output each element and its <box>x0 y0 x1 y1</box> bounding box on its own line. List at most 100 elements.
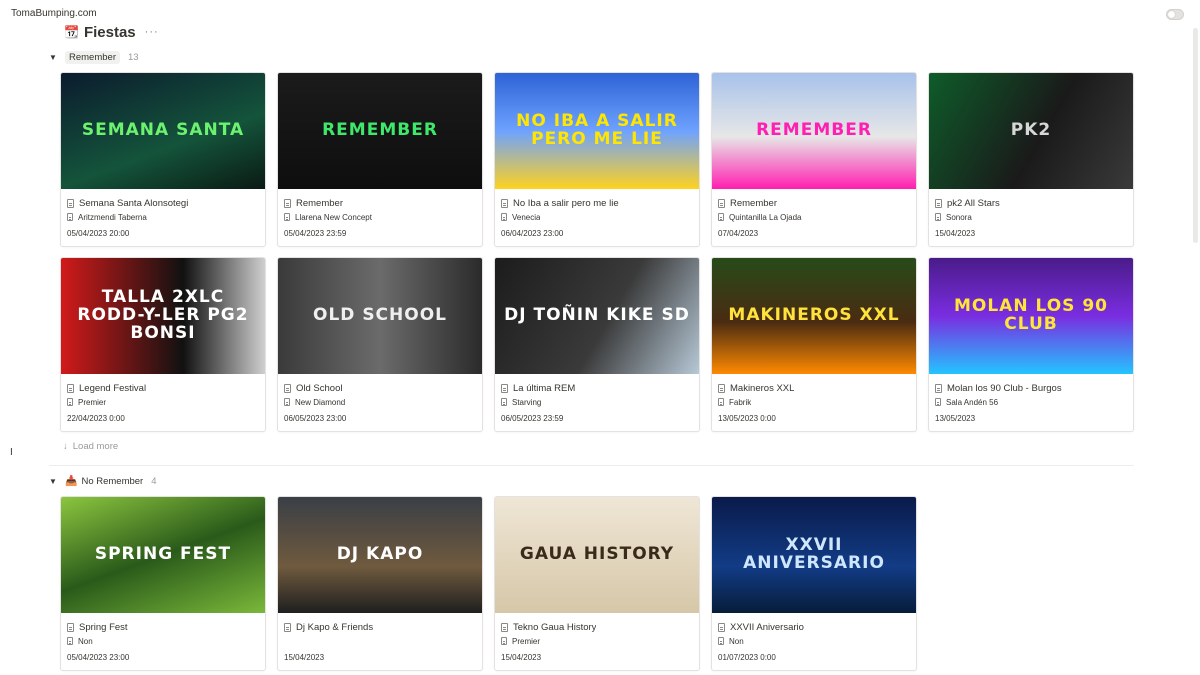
gallery-card[interactable]: DJ Toñin Kike SD La última REM Starving 06/… <box>494 257 700 432</box>
page-icon <box>501 213 507 221</box>
arrow-down-icon: ↓ <box>63 441 68 452</box>
gallery-card[interactable]: No iba a salir pero me lie No Iba a salir… <box>494 72 700 247</box>
card-title: Spring Fest <box>79 621 128 633</box>
gallery-card[interactable]: Gaua History Tekno Gaua History Premier 15/… <box>494 496 700 671</box>
card-venue[interactable]: Premier <box>78 398 106 407</box>
page-icon <box>718 383 725 393</box>
group-label: No Remember <box>81 475 144 487</box>
card-date: 06/04/2023 23:00 <box>501 228 564 238</box>
more-options-icon[interactable]: ··· <box>145 26 159 38</box>
card-title: Molan los 90 Club - Burgos <box>947 382 1062 394</box>
page-icon <box>718 198 725 208</box>
card-cover-image[interactable]: Molan los 90 Club <box>929 258 1133 374</box>
inbox-icon: 📥 <box>65 475 78 487</box>
card-venue[interactable]: Aritzmendi Taberna <box>78 213 147 222</box>
group-divider <box>49 465 1134 466</box>
card-title: Legend Festival <box>79 382 147 394</box>
gallery-card[interactable]: Molan los 90 Club Molan los 90 Club - Bur… <box>928 257 1134 432</box>
gallery-card[interactable]: Remember Remember Llarena New Concept 05/04… <box>277 72 483 247</box>
group-count: 13 <box>128 51 139 63</box>
page-icon <box>718 637 724 645</box>
card-title: Remember <box>730 197 777 209</box>
cover-image-text: Remember <box>322 120 438 141</box>
page-icon <box>501 622 508 632</box>
page-icon <box>935 213 941 221</box>
card-venue[interactable]: New Diamond <box>295 398 345 407</box>
group-count: 4 <box>151 475 157 487</box>
gallery-card[interactable]: Semana Santa Semana Santa Alonsotegi Aritz… <box>60 72 266 247</box>
gallery-card[interactable]: Spring Fest Spring Fest Non 05/04/2023 23:0… <box>60 496 266 671</box>
load-more-button[interactable]: ↓ Load more <box>63 441 118 452</box>
card-date: 05/04/2023 23:00 <box>67 652 130 662</box>
card-cover-image[interactable]: Old School <box>278 258 482 374</box>
card-title: XXVII Aniversario <box>730 621 804 633</box>
card-title: Old School <box>296 382 343 394</box>
page-icon <box>935 398 941 406</box>
card-venue[interactable]: Fabrik <box>729 398 751 407</box>
group-header-no-remember[interactable]: ▼ 📥 No Remember 4 <box>49 473 157 489</box>
card-body: pk2 All Stars Sonora 15/04/2023 <box>929 189 1133 240</box>
card-cover-image[interactable]: DJ Kapo <box>278 497 482 613</box>
card-venue[interactable]: Venecia <box>512 213 540 222</box>
theme-toggle[interactable] <box>1166 9 1184 20</box>
page-icon <box>284 622 291 632</box>
page-icon <box>935 383 942 393</box>
card-venue[interactable]: Starving <box>512 398 541 407</box>
gallery-card[interactable]: pk2 pk2 All Stars Sonora 15/04/2023 <box>928 72 1134 247</box>
page-icon <box>67 213 73 221</box>
cover-image-text: No iba a salir pero me lie <box>516 111 678 149</box>
card-title: Remember <box>296 197 343 209</box>
card-venue[interactable]: Premier <box>512 637 540 646</box>
page-icon <box>67 398 73 406</box>
cover-image-text: DJ Kapo <box>336 544 424 565</box>
card-body: La última REM Starving 06/05/2023 23:59 <box>495 374 699 425</box>
card-body: Remember Quintanilla La Ojada 07/04/2023 <box>712 189 916 240</box>
gallery-card[interactable]: XXVII Aniversario XXVII Aniversario Non 01/… <box>711 496 917 671</box>
card-cover-image[interactable]: DJ Toñin Kike SD <box>495 258 699 374</box>
card-cover-image[interactable]: Talla 2XLC Rodd-Y-Ler PG2 Bonsi <box>61 258 265 374</box>
card-cover-image[interactable]: Remember <box>278 73 482 189</box>
card-cover-image[interactable]: XXVII Aniversario <box>712 497 916 613</box>
card-cover-image[interactable]: No iba a salir pero me lie <box>495 73 699 189</box>
gallery-group-remember: Semana Santa Semana Santa Alonsotegi Aritz… <box>60 72 1134 432</box>
card-venue[interactable]: Sonora <box>946 213 972 222</box>
card-venue[interactable]: Llarena New Concept <box>295 213 372 222</box>
card-venue[interactable]: Quintanilla La Ojada <box>729 213 802 222</box>
card-cover-image[interactable]: pk2 <box>929 73 1133 189</box>
card-cover-image[interactable]: Makineros XXL <box>712 258 916 374</box>
card-title: No Iba a salir pero me lie <box>513 197 619 209</box>
caret-down-icon[interactable]: ▼ <box>49 53 57 62</box>
card-body: Remember Llarena New Concept 05/04/2023 23… <box>278 189 482 240</box>
card-date: 22/04/2023 0:00 <box>67 413 125 423</box>
card-venue[interactable]: Non <box>729 637 744 646</box>
card-title: pk2 All Stars <box>947 197 1000 209</box>
page-title[interactable]: Fiestas <box>84 24 136 41</box>
card-venue[interactable]: Sala Andén 56 <box>946 398 998 407</box>
group-header-remember[interactable]: ▼ Remember 13 <box>49 49 139 65</box>
gallery-card[interactable]: Old School Old School New Diamond 06/05/202… <box>277 257 483 432</box>
cover-image-text: pk2 <box>1010 120 1052 141</box>
gallery-card[interactable]: Talla 2XLC Rodd-Y-Ler PG2 Bonsi Legend Fe… <box>60 257 266 432</box>
gallery-card[interactable]: Makineros XXL Makineros XXL Fabrik 13/05/20… <box>711 257 917 432</box>
load-more-label: Load more <box>72 441 119 452</box>
page-icon <box>284 383 291 393</box>
card-cover-image[interactable]: Remember <box>712 73 916 189</box>
card-title: Makineros XXL <box>730 382 795 394</box>
card-cover-image[interactable]: Gaua History <box>495 497 699 613</box>
scrollbar[interactable] <box>1193 28 1198 243</box>
site-name[interactable]: TomaBumping.com <box>11 8 97 19</box>
page-icon <box>67 198 74 208</box>
page-icon <box>501 198 508 208</box>
gallery-card[interactable]: Remember Remember Quintanilla La Ojada 07/0… <box>711 72 917 247</box>
card-venue[interactable]: Non <box>78 637 93 646</box>
page-icon <box>718 213 724 221</box>
gallery-card[interactable]: DJ Kapo Dj Kapo & Friends 15/04/2023 <box>277 496 483 671</box>
card-cover-image[interactable]: Spring Fest <box>61 497 265 613</box>
card-cover-image[interactable]: Semana Santa <box>61 73 265 189</box>
page-icon <box>718 622 725 632</box>
card-body: Spring Fest Non 05/04/2023 23:00 <box>61 613 265 664</box>
caret-down-icon[interactable]: ▼ <box>49 477 57 486</box>
card-title: La última REM <box>513 382 576 394</box>
card-title: Tekno Gaua History <box>513 621 597 633</box>
card-body: Tekno Gaua History Premier 15/04/2023 <box>495 613 699 664</box>
